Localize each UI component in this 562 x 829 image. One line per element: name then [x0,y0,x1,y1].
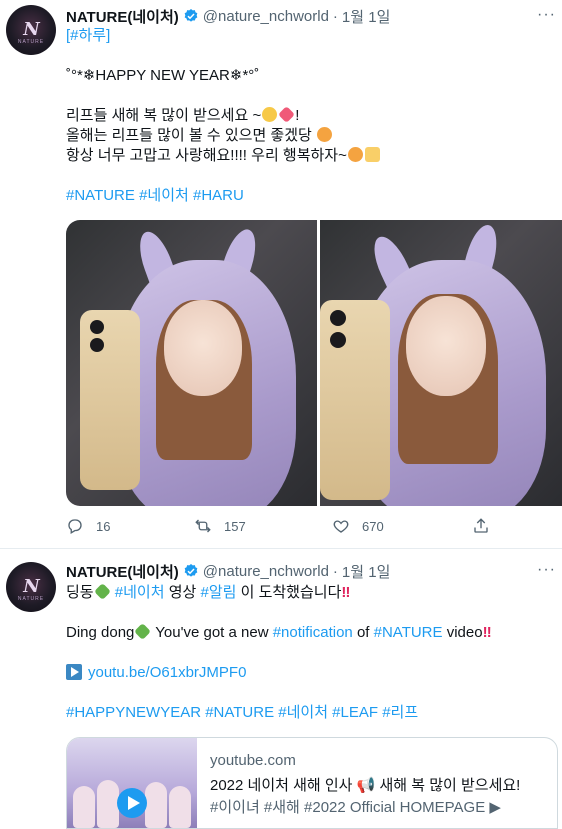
heart-icon [278,106,296,123]
separator: · [332,7,338,25]
text: You've got a new [155,624,269,641]
double-exclamation-icon: ‼ [341,584,351,601]
face [406,296,486,396]
message-end: ! [295,107,300,124]
hashtag-link[interactable]: #notification [273,624,353,641]
reply-count: 16 [96,518,111,534]
avatar-subtitle: NATURE [17,596,45,602]
text: Ding dong [66,624,135,641]
message-line: 리프들 새해 복 많이 받으세요 ~ [66,107,262,124]
tweet[interactable]: N NATURE NATURE(네이처) @nature_nchworld · … [0,549,562,829]
like-icon [333,520,349,533]
green-heart-icon [134,623,152,640]
hashtags[interactable]: #HAPPYNEWYEAR #NATURE #네이처 #LEAF #리프 [66,704,418,721]
youtube-link[interactable]: youtu.be/O61xbrJMPF0 [88,664,246,681]
kissing-face-icon [262,107,278,122]
link-card[interactable]: youtube.com 2022 네이처 새해 인사 📢 새해 복 많이 받으세… [66,737,558,829]
message-line: 항상 너무 고맙고 사랑해요!!!! 우리 행복하자~ [66,147,347,164]
avatar-logo: N [23,576,39,597]
avatar-subtitle: NATURE [17,39,45,45]
tweet-header: NATURE(네이처) @nature_nchworld · 1월 1일 [66,561,390,581]
avatar[interactable]: N NATURE [6,562,56,612]
hashtag-link[interactable]: #네이처 [115,584,165,601]
avatar-logo: N [23,19,39,40]
text: video [446,624,483,641]
smiling-hearts-icon [347,147,363,162]
more-icon[interactable]: ··· [537,6,556,24]
hashtags[interactable]: #NATURE #네이처 #HARU [66,187,244,204]
author-name[interactable]: NATURE(네이처) [66,561,179,582]
phone [320,300,390,500]
tweet-text: [#하루] ˚°*❄HAPPY NEW YEAR❄*°˚ 리프들 새해 복 많이… [66,26,556,206]
photo[interactable] [66,220,317,506]
text: of [356,624,370,641]
like-count: 670 [362,518,384,534]
retweet-button[interactable]: 157 [194,514,246,538]
tweet-actions: 16 157 670 [66,514,496,538]
face [164,300,242,396]
author-name[interactable]: NATURE(네이처) [66,6,179,27]
share-icon [474,518,488,533]
green-heart-icon [93,583,111,600]
card-thumbnail [67,738,197,828]
reply-icon [68,519,82,534]
card-title: 2022 네이처 새해 인사 📢 새해 복 많이 받으세요! [210,777,521,794]
tweet-text: 딩동 #네이처 영상 #알림 이 도착했습니다‼ Ding dong You'v… [66,583,556,723]
photo[interactable] [320,220,562,506]
card-description: #이이녀 #새해 #2022 Official HOMEPAGE ▶ [210,799,501,816]
hashtag-link[interactable]: #알림 [200,584,236,601]
phone [80,310,140,490]
retweet-count: 157 [224,518,246,534]
verified-badge-icon [184,9,198,22]
card-domain: youtube.com [210,752,296,769]
double-exclamation-icon: ‼ [482,624,492,641]
hashtag-link[interactable]: [#하루] [66,27,110,44]
greeting-line: ˚°*❄HAPPY NEW YEAR❄*°˚ [66,67,260,84]
play-icon [66,664,82,680]
retweet-icon [195,519,211,533]
media-grid[interactable] [66,220,562,506]
avatar[interactable]: N NATURE [6,5,56,55]
smiling-hearts-icon [316,127,332,142]
author-handle[interactable]: @nature_nchworld [203,563,329,580]
reply-button[interactable]: 16 [66,514,110,538]
text: 영상 [168,584,197,601]
hashtag-link[interactable]: #NATURE [374,624,443,641]
separator: · [332,562,338,580]
raised-hands-icon [364,147,380,162]
message-line: 올해는 리프들 많이 볼 수 있으면 좋겠당 [66,127,312,144]
verified-badge-icon [184,564,198,577]
author-handle[interactable]: @nature_nchworld [203,8,329,25]
play-icon[interactable] [117,788,147,818]
text: 이 도착했습니다 [240,584,342,601]
tweet-header: NATURE(네이처) @nature_nchworld · 1월 1일 [66,6,390,26]
share-button[interactable] [472,514,502,538]
text: 딩동 [66,584,94,601]
more-icon[interactable]: ··· [537,561,556,579]
tweet-date[interactable]: 1월 1일 [342,561,390,582]
like-button[interactable]: 670 [332,514,384,538]
tweet-date[interactable]: 1월 1일 [342,6,390,27]
tweet[interactable]: N NATURE NATURE(네이처) @nature_nchworld · … [0,0,562,549]
